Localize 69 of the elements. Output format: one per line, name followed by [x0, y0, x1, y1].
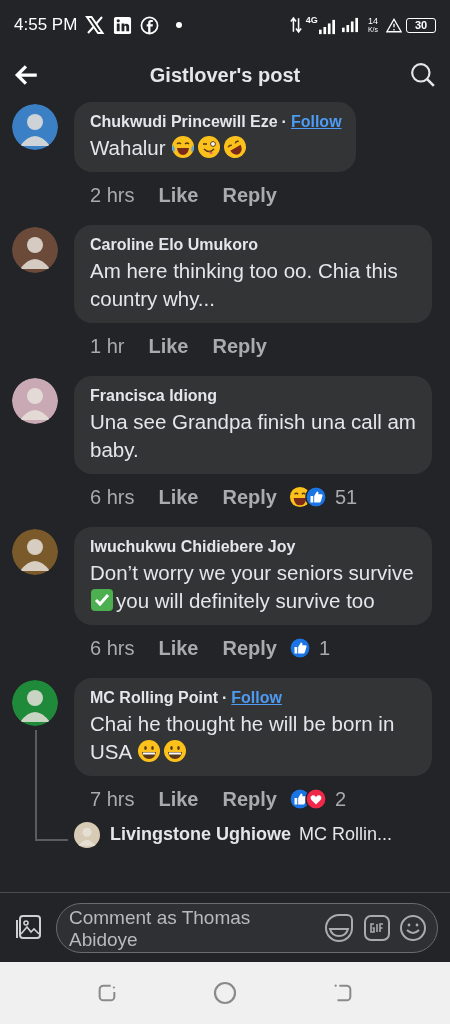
page-title: Gistlover's post [148, 63, 302, 88]
avatar-icon [12, 378, 58, 424]
heart-reaction-icon [304, 788, 327, 810]
like-button[interactable]: Like [158, 784, 199, 814]
reply-button[interactable]: Reply [212, 331, 267, 361]
comment-text: Wahalur [90, 134, 342, 162]
reply-button[interactable]: Reply [222, 482, 277, 512]
author-name: Iwuchukwu Chidiebere Joy [90, 537, 296, 557]
grinning-emoji-icon [136, 739, 161, 763]
check-mark-emoji-icon [90, 588, 114, 612]
thumbs-up-reaction-icon [288, 637, 311, 659]
sticker-icon[interactable] [323, 911, 355, 944]
battery-indicator: 30 [406, 17, 436, 33]
comment-time: 6 hrs [90, 636, 135, 661]
avatar-icon [12, 680, 58, 726]
reaction-count: 51 [334, 485, 358, 510]
author-name: MC Rolling Point [90, 688, 218, 708]
like-button[interactable]: Like [148, 331, 189, 361]
comment-text: Am here thinking too oo. Chia this country why... [90, 258, 399, 312]
comment-text: Chai he thought he will be born in USA [90, 711, 396, 765]
back-arrow-icon[interactable] [14, 62, 40, 88]
speed-value: 14 [367, 17, 378, 26]
follow-link[interactable]: Follow [290, 110, 342, 134]
data-arrows-icon [289, 16, 302, 34]
author-name: Caroline Elo Umukoro [90, 235, 259, 255]
search-icon[interactable] [410, 62, 436, 88]
status-time: 4:55 PM [14, 14, 78, 37]
emoji-icon[interactable] [399, 913, 427, 942]
comment-text: Una see Grandpa finish una call am baby. [90, 409, 417, 463]
network-label: 4G [305, 15, 318, 25]
reply-button[interactable]: Reply [222, 784, 277, 814]
follow-link[interactable]: Follow [231, 686, 282, 710]
separator-dot: · [222, 688, 228, 708]
grinning-emoji-icon [162, 739, 187, 763]
separator-dot: · [281, 112, 287, 132]
home-icon[interactable] [213, 981, 237, 1005]
like-button[interactable]: Like [158, 180, 199, 210]
reaction-count: 2 [334, 787, 347, 812]
rolling-laughing-emoji-icon [223, 135, 248, 159]
comment-time: 7 hrs [90, 787, 135, 812]
winking-tongue-emoji-icon [197, 135, 222, 159]
reply-author: Livingstone Ughiowe [110, 823, 291, 846]
reply-preview: MC Rollin... [299, 823, 393, 846]
author-name: Chukwudi Princewill Eze [90, 112, 278, 132]
avatar-icon [12, 529, 58, 575]
avatar-icon [12, 227, 58, 273]
comment-time: 2 hrs [90, 183, 135, 208]
linkedin-icon [113, 15, 133, 35]
avatar-icon [74, 821, 100, 848]
signal-icon [317, 18, 336, 35]
x-logo-icon [85, 15, 106, 35]
reaction-count: 1 [318, 636, 331, 661]
author-name: Francisca Idiong [90, 386, 218, 406]
comment-time: 6 hrs [90, 485, 135, 510]
facebook-icon [140, 15, 160, 35]
like-button[interactable]: Like [158, 482, 199, 512]
avatar-icon [12, 104, 58, 150]
comment-input-field[interactable]: Comment as Thomas Abidoye [56, 902, 438, 953]
gif-icon[interactable] [363, 913, 391, 942]
signal-icon [339, 17, 360, 33]
reply-button[interactable]: Reply [222, 633, 277, 663]
dot-icon [175, 21, 184, 29]
comment-text: Don’t worry we your seniors survive you will definitely survive too [90, 560, 415, 614]
laughing-tears-emoji-icon [171, 135, 196, 159]
reply-button[interactable]: Reply [222, 180, 277, 210]
like-button[interactable]: Like [158, 633, 199, 663]
thumbs-up-reaction-icon [304, 486, 327, 508]
warning-icon [386, 17, 402, 33]
comment-time: 1 hr [90, 334, 125, 359]
